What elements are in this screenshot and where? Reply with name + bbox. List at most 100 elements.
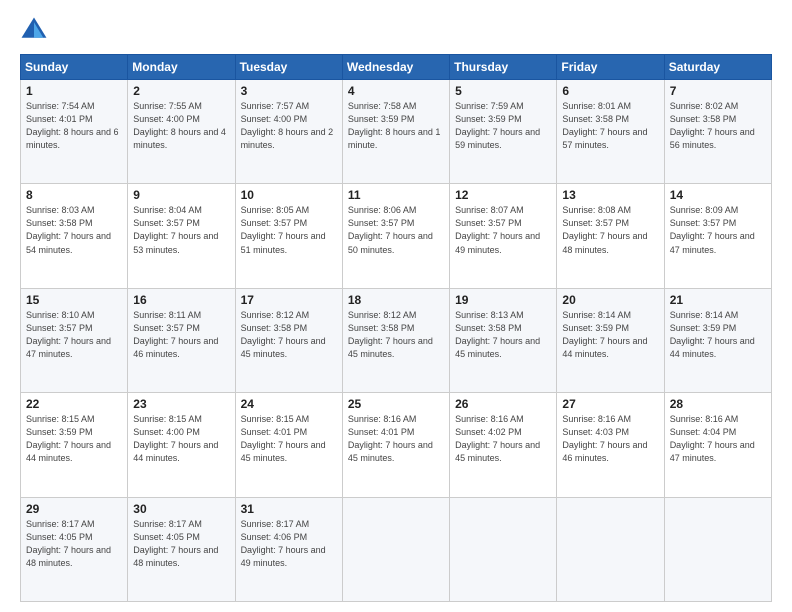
calendar-cell: 22 Sunrise: 8:15 AMSunset: 3:59 PMDayligh… <box>21 393 128 497</box>
calendar-cell: 18 Sunrise: 8:12 AMSunset: 3:58 PMDayligh… <box>342 288 449 392</box>
day-number: 6 <box>562 84 658 98</box>
day-info: Sunrise: 7:55 AMSunset: 4:00 PMDaylight:… <box>133 100 229 152</box>
day-number: 9 <box>133 188 229 202</box>
day-info: Sunrise: 8:01 AMSunset: 3:58 PMDaylight:… <box>562 100 658 152</box>
day-number: 18 <box>348 293 444 307</box>
day-number: 25 <box>348 397 444 411</box>
day-number: 12 <box>455 188 551 202</box>
calendar-cell: 9 Sunrise: 8:04 AMSunset: 3:57 PMDaylight… <box>128 184 235 288</box>
calendar-cell: 27 Sunrise: 8:16 AMSunset: 4:03 PMDayligh… <box>557 393 664 497</box>
calendar-cell: 17Sunrise: 8:12 AMSunset: 3:58 PMDayligh… <box>235 288 342 392</box>
day-info: Sunrise: 7:54 AMSunset: 4:01 PMDaylight:… <box>26 100 122 152</box>
calendar-cell: 14 Sunrise: 8:09 AMSunset: 3:57 PMDayligh… <box>664 184 771 288</box>
day-number: 19 <box>455 293 551 307</box>
calendar-cell: 3 Sunrise: 7:57 AMSunset: 4:00 PMDaylight… <box>235 80 342 184</box>
calendar-table: SundayMondayTuesdayWednesdayThursdayFrid… <box>20 54 772 602</box>
day-info: Sunrise: 8:13 AMSunset: 3:58 PMDaylight:… <box>455 309 551 361</box>
day-number: 28 <box>670 397 766 411</box>
day-number: 15 <box>26 293 122 307</box>
day-info: Sunrise: 8:17 AMSunset: 4:05 PMDaylight:… <box>26 518 122 570</box>
day-info: Sunrise: 7:58 AMSunset: 3:59 PMDaylight:… <box>348 100 444 152</box>
logo-icon <box>20 16 48 44</box>
calendar-cell: 12 Sunrise: 8:07 AMSunset: 3:57 PMDayligh… <box>450 184 557 288</box>
calendar-cell: 10 Sunrise: 8:05 AMSunset: 3:57 PMDayligh… <box>235 184 342 288</box>
day-number: 20 <box>562 293 658 307</box>
weekday-header: Thursday <box>450 55 557 80</box>
calendar-cell: 30 Sunrise: 8:17 AMSunset: 4:05 PMDayligh… <box>128 497 235 601</box>
day-info: Sunrise: 8:14 AMSunset: 3:59 PMDaylight:… <box>562 309 658 361</box>
calendar-cell: 19 Sunrise: 8:13 AMSunset: 3:58 PMDayligh… <box>450 288 557 392</box>
day-number: 8 <box>26 188 122 202</box>
day-number: 30 <box>133 502 229 516</box>
logo <box>20 16 52 44</box>
calendar-cell: 2 Sunrise: 7:55 AMSunset: 4:00 PMDaylight… <box>128 80 235 184</box>
day-info: Sunrise: 8:05 AMSunset: 3:57 PMDaylight:… <box>241 204 337 256</box>
day-info: Sunrise: 8:16 AMSunset: 4:01 PMDaylight:… <box>348 413 444 465</box>
calendar-cell: 1 Sunrise: 7:54 AMSunset: 4:01 PMDaylight… <box>21 80 128 184</box>
day-info: Sunrise: 8:06 AMSunset: 3:57 PMDaylight:… <box>348 204 444 256</box>
calendar-cell <box>664 497 771 601</box>
day-info: Sunrise: 8:04 AMSunset: 3:57 PMDaylight:… <box>133 204 229 256</box>
day-number: 1 <box>26 84 122 98</box>
calendar-cell: 25 Sunrise: 8:16 AMSunset: 4:01 PMDayligh… <box>342 393 449 497</box>
weekday-header: Saturday <box>664 55 771 80</box>
day-info: Sunrise: 8:03 AMSunset: 3:58 PMDaylight:… <box>26 204 122 256</box>
day-info: Sunrise: 8:10 AMSunset: 3:57 PMDaylight:… <box>26 309 122 361</box>
day-info: Sunrise: 8:12 AMSunset: 3:58 PMDaylight:… <box>241 309 337 361</box>
calendar-cell: 31Sunrise: 8:17 AMSunset: 4:06 PMDayligh… <box>235 497 342 601</box>
day-number: 16 <box>133 293 229 307</box>
header <box>20 16 772 44</box>
day-info: Sunrise: 8:02 AMSunset: 3:58 PMDaylight:… <box>670 100 766 152</box>
day-number: 26 <box>455 397 551 411</box>
day-info: Sunrise: 7:59 AMSunset: 3:59 PMDaylight:… <box>455 100 551 152</box>
day-info: Sunrise: 8:17 AMSunset: 4:05 PMDaylight:… <box>133 518 229 570</box>
day-number: 2 <box>133 84 229 98</box>
calendar-cell: 4Sunrise: 7:58 AMSunset: 3:59 PMDaylight… <box>342 80 449 184</box>
calendar-cell: 16 Sunrise: 8:11 AMSunset: 3:57 PMDayligh… <box>128 288 235 392</box>
day-info: Sunrise: 8:16 AMSunset: 4:03 PMDaylight:… <box>562 413 658 465</box>
day-number: 10 <box>241 188 337 202</box>
calendar-cell <box>342 497 449 601</box>
day-info: Sunrise: 8:11 AMSunset: 3:57 PMDaylight:… <box>133 309 229 361</box>
day-info: Sunrise: 8:16 AMSunset: 4:04 PMDaylight:… <box>670 413 766 465</box>
weekday-header: Tuesday <box>235 55 342 80</box>
day-info: Sunrise: 8:07 AMSunset: 3:57 PMDaylight:… <box>455 204 551 256</box>
calendar-cell: 8 Sunrise: 8:03 AMSunset: 3:58 PMDaylight… <box>21 184 128 288</box>
calendar-cell: 15 Sunrise: 8:10 AMSunset: 3:57 PMDayligh… <box>21 288 128 392</box>
day-info: Sunrise: 8:12 AMSunset: 3:58 PMDaylight:… <box>348 309 444 361</box>
day-number: 22 <box>26 397 122 411</box>
day-number: 11 <box>348 188 444 202</box>
weekday-header: Sunday <box>21 55 128 80</box>
weekday-header: Monday <box>128 55 235 80</box>
calendar-cell: 11 Sunrise: 8:06 AMSunset: 3:57 PMDayligh… <box>342 184 449 288</box>
calendar-cell: 20 Sunrise: 8:14 AMSunset: 3:59 PMDayligh… <box>557 288 664 392</box>
calendar-cell: 13Sunrise: 8:08 AMSunset: 3:57 PMDayligh… <box>557 184 664 288</box>
day-number: 24 <box>241 397 337 411</box>
day-number: 5 <box>455 84 551 98</box>
day-info: Sunrise: 8:15 AMSunset: 3:59 PMDaylight:… <box>26 413 122 465</box>
calendar-cell: 5 Sunrise: 7:59 AMSunset: 3:59 PMDaylight… <box>450 80 557 184</box>
calendar-cell <box>450 497 557 601</box>
calendar-cell: 28 Sunrise: 8:16 AMSunset: 4:04 PMDayligh… <box>664 393 771 497</box>
day-number: 7 <box>670 84 766 98</box>
day-number: 27 <box>562 397 658 411</box>
day-number: 3 <box>241 84 337 98</box>
day-info: Sunrise: 7:57 AMSunset: 4:00 PMDaylight:… <box>241 100 337 152</box>
day-number: 29 <box>26 502 122 516</box>
day-number: 31 <box>241 502 337 516</box>
calendar-cell: 21Sunrise: 8:14 AMSunset: 3:59 PMDayligh… <box>664 288 771 392</box>
calendar-cell: 6 Sunrise: 8:01 AMSunset: 3:58 PMDaylight… <box>557 80 664 184</box>
day-info: Sunrise: 8:09 AMSunset: 3:57 PMDaylight:… <box>670 204 766 256</box>
weekday-header: Wednesday <box>342 55 449 80</box>
day-number: 23 <box>133 397 229 411</box>
day-number: 21 <box>670 293 766 307</box>
calendar-cell: 24Sunrise: 8:15 AMSunset: 4:01 PMDayligh… <box>235 393 342 497</box>
day-info: Sunrise: 8:16 AMSunset: 4:02 PMDaylight:… <box>455 413 551 465</box>
weekday-header: Friday <box>557 55 664 80</box>
day-number: 14 <box>670 188 766 202</box>
calendar-cell: 23 Sunrise: 8:15 AMSunset: 4:00 PMDayligh… <box>128 393 235 497</box>
day-info: Sunrise: 8:08 AMSunset: 3:57 PMDaylight:… <box>562 204 658 256</box>
day-info: Sunrise: 8:15 AMSunset: 4:00 PMDaylight:… <box>133 413 229 465</box>
page: SundayMondayTuesdayWednesdayThursdayFrid… <box>0 0 792 612</box>
calendar-cell: 26 Sunrise: 8:16 AMSunset: 4:02 PMDayligh… <box>450 393 557 497</box>
